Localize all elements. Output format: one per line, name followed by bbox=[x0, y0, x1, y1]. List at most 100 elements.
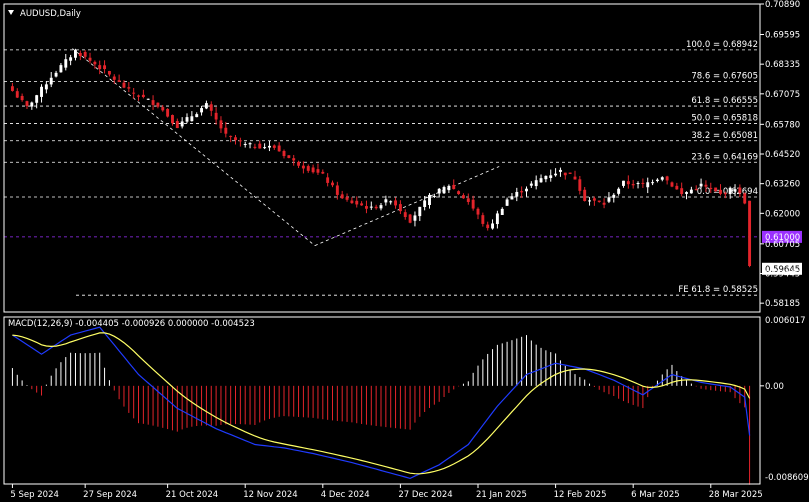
candle-body bbox=[675, 185, 679, 190]
candle-body bbox=[510, 196, 514, 200]
candle-body bbox=[59, 65, 63, 73]
candle-body bbox=[495, 213, 499, 225]
candle-body bbox=[457, 191, 461, 195]
candle-body bbox=[93, 61, 97, 65]
candle-body bbox=[389, 201, 393, 203]
candle-body bbox=[631, 184, 635, 186]
candle-body bbox=[476, 208, 480, 215]
candle-body bbox=[297, 161, 301, 166]
candle-body bbox=[253, 146, 257, 148]
fib-level-label: 50.0 = 0.65818 bbox=[691, 113, 758, 123]
candle-body bbox=[40, 86, 43, 97]
candle-body bbox=[398, 204, 402, 212]
candle-body bbox=[287, 155, 291, 158]
candle-body bbox=[738, 187, 742, 194]
candle-body bbox=[243, 144, 247, 146]
price-tick-label: 0.62000 bbox=[765, 209, 800, 219]
price-tick-label: 0.64520 bbox=[765, 150, 800, 160]
candle-body bbox=[195, 114, 199, 118]
candle-body bbox=[588, 200, 591, 202]
candle-body bbox=[558, 169, 562, 172]
candle-body bbox=[597, 200, 601, 202]
date-tick-label: 27 Sep 2024 bbox=[83, 490, 137, 500]
candle-body bbox=[234, 137, 237, 141]
candle-body bbox=[44, 84, 48, 90]
candle-body bbox=[180, 121, 184, 127]
candle-body bbox=[670, 182, 674, 187]
candle-body bbox=[578, 179, 582, 191]
candle-body bbox=[364, 206, 368, 209]
candle-body bbox=[539, 178, 543, 183]
candle-body bbox=[403, 212, 407, 218]
candle-body bbox=[437, 188, 441, 194]
candle-body bbox=[219, 120, 223, 129]
chart-background bbox=[0, 0, 809, 502]
candle-body bbox=[549, 175, 553, 178]
candle-body bbox=[112, 76, 116, 80]
macd-tick-label: 0.006017 bbox=[765, 316, 806, 326]
candle-body bbox=[268, 145, 271, 148]
date-tick-label: 4 Dec 2024 bbox=[321, 490, 370, 500]
candle-body bbox=[452, 184, 456, 190]
candle-body bbox=[355, 200, 359, 205]
price-tick-label: 0.68335 bbox=[765, 60, 800, 70]
candle-body bbox=[743, 193, 747, 204]
candle-body bbox=[161, 107, 165, 111]
candle-body bbox=[525, 188, 528, 192]
candle-body bbox=[646, 182, 650, 188]
candle-body bbox=[428, 194, 431, 206]
candle-body bbox=[689, 189, 693, 194]
candle-body bbox=[98, 65, 102, 70]
candle-body bbox=[626, 181, 630, 185]
candle-body bbox=[69, 57, 73, 61]
candle-body bbox=[442, 187, 446, 194]
candle-body bbox=[379, 205, 383, 209]
fe-level-label: FE 61.8 = 0.58525 bbox=[678, 285, 758, 295]
candle-body bbox=[651, 182, 655, 184]
price-tick-label: 0.58185 bbox=[765, 299, 800, 309]
candle-body bbox=[326, 177, 330, 183]
candle-body bbox=[471, 199, 475, 209]
candle-body bbox=[54, 72, 58, 77]
candle-body bbox=[534, 180, 538, 187]
candle-body bbox=[209, 104, 213, 111]
candle-body bbox=[384, 199, 388, 203]
candle-body bbox=[248, 143, 252, 145]
candle-body bbox=[117, 80, 121, 82]
candle-body bbox=[74, 50, 77, 58]
fib-level-label: 38.2 = 0.65081 bbox=[691, 131, 758, 141]
candle-body bbox=[360, 203, 364, 206]
candle-body bbox=[316, 169, 320, 173]
candle-body bbox=[617, 188, 621, 194]
date-tick-label: 6 Mar 2025 bbox=[631, 490, 679, 500]
candle-body bbox=[272, 145, 276, 148]
date-tick-label: 21 Jan 2025 bbox=[476, 490, 527, 500]
candle-body bbox=[88, 57, 92, 61]
candle-body bbox=[544, 175, 548, 180]
macd-tick-label: 0.00 bbox=[765, 382, 784, 392]
candle-body bbox=[636, 183, 640, 185]
candle-body bbox=[394, 200, 398, 206]
date-tick-label: 28 Mar 2025 bbox=[709, 490, 763, 500]
candle-body bbox=[665, 176, 669, 181]
candle-body bbox=[321, 171, 325, 174]
macd-tick-label: -0.008609 bbox=[765, 473, 809, 483]
candle-body bbox=[340, 194, 344, 199]
candle-body bbox=[190, 116, 194, 122]
fib-level-label: 100.0 = 0.68942 bbox=[686, 40, 758, 50]
candle-body bbox=[306, 166, 310, 171]
candle-body bbox=[292, 158, 296, 161]
date-tick-label: 21 Oct 2024 bbox=[166, 490, 219, 500]
candle-body bbox=[699, 183, 703, 187]
candle-body bbox=[282, 151, 286, 157]
fib-level-label: 23.6 = 0.64169 bbox=[691, 152, 758, 162]
candle-body bbox=[175, 121, 179, 129]
date-tick-label: 12 Nov 2024 bbox=[243, 490, 297, 500]
candle-body bbox=[723, 193, 727, 195]
candle-body bbox=[64, 59, 68, 68]
candle-body bbox=[500, 208, 504, 215]
candle-body bbox=[83, 52, 87, 57]
candle-body bbox=[505, 199, 509, 206]
date-tick-label: 27 Dec 2024 bbox=[398, 490, 452, 500]
candle-body bbox=[301, 165, 305, 169]
